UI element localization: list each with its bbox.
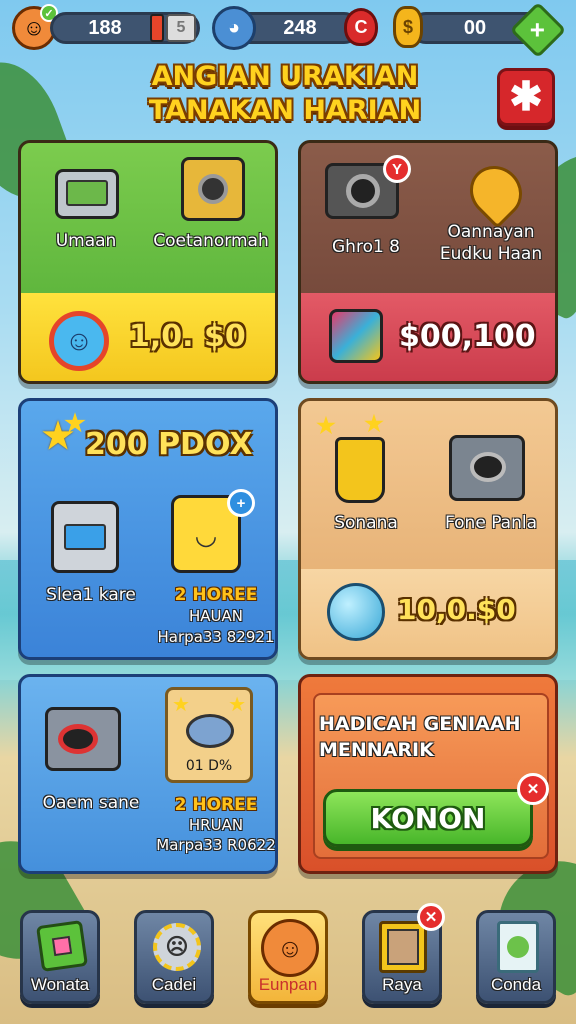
smiley-face-icon: ☺ xyxy=(261,919,319,977)
star-icon: ★ xyxy=(316,413,336,438)
star-icon: ★ xyxy=(172,694,190,716)
add-currency-button[interactable]: + xyxy=(509,1,567,59)
claim-button-label: KONON xyxy=(370,801,486,835)
title-line-2: TANAKAN HARIAN xyxy=(148,95,422,126)
close-badge-icon[interactable]: ✕ xyxy=(517,773,549,805)
price-value: $00,100 xyxy=(399,319,536,354)
offer-panel-blue-2[interactable]: ★ ★ 01 D% Oaem sane 2 HOREE HRUAN Marpa3… xyxy=(18,674,278,874)
close-badge-icon[interactable]: ✕ xyxy=(417,903,445,931)
item-detail: 2 HOREE HRUAN Marpa33 R0622 xyxy=(156,795,276,854)
nav-label: Cadei xyxy=(151,975,197,994)
price-strip[interactable]: $00,100 xyxy=(301,293,555,381)
telescope-icon xyxy=(186,714,234,748)
item-label: Coetanormah xyxy=(153,231,269,251)
close-icon: ✱ xyxy=(509,75,543,119)
nav-item-raya[interactable]: ✕ Raya xyxy=(362,903,445,1004)
nav-item-eunpan[interactable]: ☺ Eunpan xyxy=(248,910,328,1004)
map-card-icon xyxy=(497,921,539,973)
page-title: ANGIAN URAKIAN TANAKAN HARIAN xyxy=(120,60,450,128)
item-label: Sonana xyxy=(334,513,398,533)
promo-headline: HADICAH GENIAAH MENNARIK xyxy=(319,713,521,761)
mystery-cube-icon xyxy=(329,309,383,363)
bird-icon: ◕ xyxy=(212,6,256,50)
camera-icon xyxy=(45,707,121,771)
backpack-icon xyxy=(51,501,119,573)
close-badge-icon[interactable]: Y xyxy=(383,155,411,183)
energy-bar-icon xyxy=(150,14,164,42)
portrait-icon xyxy=(379,921,427,973)
item-label: Oaem sane xyxy=(42,793,140,813)
offer-panel-green[interactable]: Umaan Coetanormah ☺ 1,0. $0 xyxy=(18,140,278,384)
item-label: Fone Panla xyxy=(444,513,538,533)
bubble-orb-icon xyxy=(327,583,385,641)
claim-button[interactable]: KONON xyxy=(323,789,533,847)
item-label: Slea1 kare xyxy=(46,585,136,605)
nav-label: Eunpan xyxy=(258,975,318,994)
gems-value: 248 xyxy=(283,16,317,39)
heart-icon xyxy=(459,155,533,229)
price-strip[interactable]: 10,0.$0 xyxy=(301,569,555,657)
price-value: 1,0. $0 xyxy=(129,319,246,354)
tokens-value: 00 xyxy=(463,16,487,39)
item-percent: 01 D% xyxy=(185,758,233,774)
nav-item-cadei[interactable]: ☹ Cadei xyxy=(134,910,214,1004)
offer-panel-red[interactable]: Y Ghro1 8 Oannayan Eudku Haan $00,100 xyxy=(298,140,558,384)
item-detail: 2 HOREE HAUAN Harpa33 82921 xyxy=(157,585,275,646)
nav-label: Conda xyxy=(490,975,542,994)
star-icon: ★ xyxy=(364,411,384,436)
gift-box-icon xyxy=(181,157,245,221)
title-line-1: ANGIAN URAKIAN xyxy=(151,61,419,92)
star-icon: ★ xyxy=(64,409,86,437)
gear-icon: ☹ xyxy=(153,923,201,971)
price-strip[interactable]: ☺ 1,0. $0 xyxy=(21,293,275,381)
gift-icon xyxy=(36,920,88,972)
shield-icon[interactable]: C xyxy=(344,8,378,46)
close-button[interactable]: ✱ xyxy=(497,68,555,126)
offer-panel-blue-1[interactable]: ★ ★ 200 PDOX ◡ + Slea1 kare 2 HOREE HAUA… xyxy=(18,398,278,660)
price-value: 10,0.$0 xyxy=(397,593,516,626)
coins-value: 188 xyxy=(88,16,122,39)
dollar-icon: $ xyxy=(393,6,423,48)
plus-badge-icon[interactable]: + xyxy=(227,489,255,517)
panel-header: 200 PDOX xyxy=(85,427,253,462)
item-label: Umaan xyxy=(55,231,117,251)
item-label: Oannayan Eudku Haan xyxy=(439,222,543,264)
energy-badge: 5 xyxy=(166,14,196,42)
device-box-icon xyxy=(449,435,525,501)
nav-item-wonata[interactable]: Wonata xyxy=(20,910,100,1004)
nav-label: Raya xyxy=(382,975,422,994)
storage-chest-icon xyxy=(55,169,119,219)
nav-label: Wonata xyxy=(30,975,90,994)
star-icon: ★ xyxy=(228,694,246,716)
telescope-card: ★ ★ 01 D% xyxy=(165,687,253,783)
item-label: Ghro1 8 xyxy=(332,237,400,257)
nav-item-conda[interactable]: Conda xyxy=(476,910,556,1004)
promo-panel: HADICAH GENIAAH MENNARIK KONON ✕ xyxy=(298,674,558,874)
plus-icon: + xyxy=(530,14,546,45)
cup-icon xyxy=(335,437,385,503)
blue-smiley-icon: ☺ xyxy=(49,311,109,371)
offer-panel-tan[interactable]: ★ ★ Sonana Fone Panla 10,0.$0 xyxy=(298,398,558,660)
top-resource-bar: ☺ ✓ 188 5 248 ◕ C 00 $ + xyxy=(0,0,576,59)
